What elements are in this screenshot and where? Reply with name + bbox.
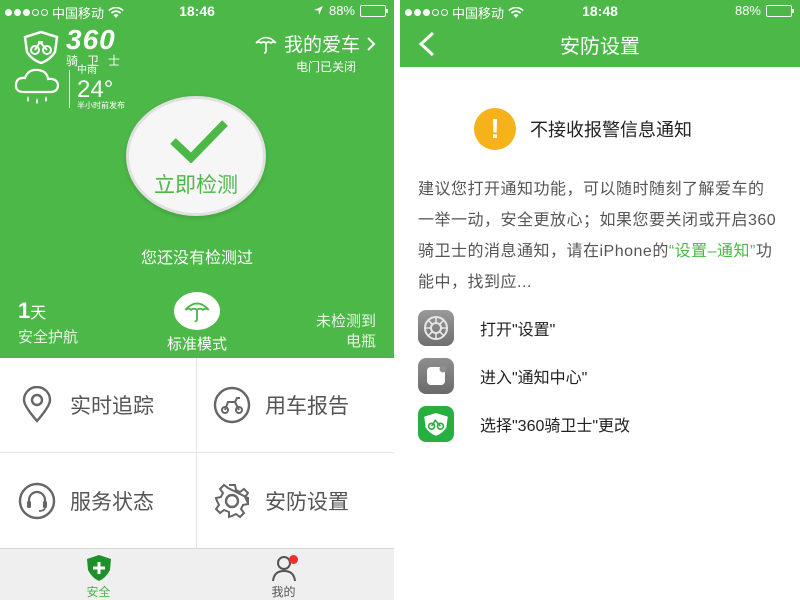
check-now-button[interactable]: 立即检测 [126,96,266,216]
feature-label: 实时追踪 [70,395,154,418]
safe-days-unit: 天 [30,305,47,322]
battery-stat-line1: 未检测到 [315,313,376,330]
status-bar: 中国移动 18:48 88% [400,0,800,22]
warning-banner: ! 不接收报警信息通知 [474,108,692,150]
rain-cloud-icon [14,68,60,104]
status-bar: 中国移动 18:46 88% [0,0,394,22]
tab-profile[interactable]: 我的 [185,553,382,600]
tab-label: 安全 [86,585,111,599]
mode-toggle[interactable]: 标准模式 [160,292,234,354]
settings-app-icon [418,310,454,346]
security-settings-screen: 中国移动 18:48 88% 安防设置 ! 不接收报警信息通知 建议您打开通知功… [400,0,800,600]
battery-stat: 未检测到 电瓶 [316,312,376,353]
battery-stat-line2: 电瓶 [345,333,376,351]
weather-widget: 中雨 24° 半小时前发布 [12,65,125,110]
gear-icon [214,483,250,518]
chevron-right-icon [367,36,376,51]
exclamation-icon: ! [474,108,516,150]
location-pin-icon [22,386,52,423]
umbrella-icon [255,36,277,54]
location-arrow-icon [314,6,323,15]
feature-service-status[interactable]: 服务状态 [0,453,197,548]
battery-icon [360,4,388,17]
feature-label: 安防设置 [265,490,349,514]
notification-badge [289,555,298,564]
battery-icon [766,4,794,17]
feature-security-settings[interactable]: 安防设置 [197,453,394,548]
app-360-icon [418,406,454,442]
headset-icon [18,482,56,519]
feature-usage-report[interactable]: 用车报告 [197,358,394,453]
my-car-link[interactable]: 我的爱车 [254,30,376,57]
my-car-label: 我的爱车 [283,35,360,56]
checkmark-icon [170,120,228,163]
brand-number: 360 [66,24,116,55]
umbrella-icon [184,302,210,323]
home-screen: 中国移动 18:46 88% 360 骑卫士 我的爱车 电门已关闭 中雨 24°… [0,0,394,600]
feature-realtime-tracking[interactable]: 实时追踪 [0,358,197,453]
tab-bar: 安全 我的 [0,548,394,600]
battery-percent: 88% [734,3,761,18]
tab-security[interactable]: 安全 [0,553,197,600]
detection-status: 您还没有检测过 [140,250,253,267]
shield-plus-icon [86,555,111,581]
app-logo: 360 骑卫士 [22,26,129,67]
warning-text: 不接收报警信息通知 [530,120,692,140]
step-label: 打开"设置" [480,322,556,339]
weather-condition: 中雨 [77,65,97,76]
step-notification-center: 进入"通知中心" [418,358,587,394]
battery-percent: 88% [328,3,355,18]
step-label: 进入"通知中心" [480,370,588,387]
safe-days-label: 安全护航 [18,329,79,346]
safe-days-number: 1 [18,298,31,323]
safe-days-stat: 1天 安全护航 [18,298,78,347]
description: 建议您打开通知功能，可以随时随刻了解爱车的一举一动，安全更放心；如果您要关闭或开… [418,181,777,291]
tab-label: 我的 [271,585,296,599]
feature-grid: 实时追踪 用车报告 服务状态 安防设置 [0,358,394,548]
scooter-icon [213,386,251,424]
door-status: 电门已关闭 [295,60,356,74]
step-label: 选择"360骑卫士"更改 [480,418,631,435]
page-title: 安防设置 [560,36,640,58]
feature-label: 服务状态 [70,490,154,514]
shield-logo-icon [23,30,59,64]
settings-path-highlight: “设置–通知” [668,243,756,260]
home-header: 中国移动 18:46 88% 360 骑卫士 我的爱车 电门已关闭 中雨 24°… [0,0,394,358]
step-open-settings: 打开"设置" [418,310,555,346]
check-now-label: 立即检测 [154,174,238,197]
mode-label: 标准模式 [166,336,227,353]
feature-label: 用车报告 [265,395,349,418]
weather-update-note: 半小时前发布 [77,100,125,110]
weather-temperature: 24° [77,75,114,103]
nav-bar: 中国移动 18:48 88% 安防设置 [400,0,800,67]
notification-center-icon [418,358,454,394]
step-select-app: 选择"360骑卫士"更改 [418,406,630,442]
